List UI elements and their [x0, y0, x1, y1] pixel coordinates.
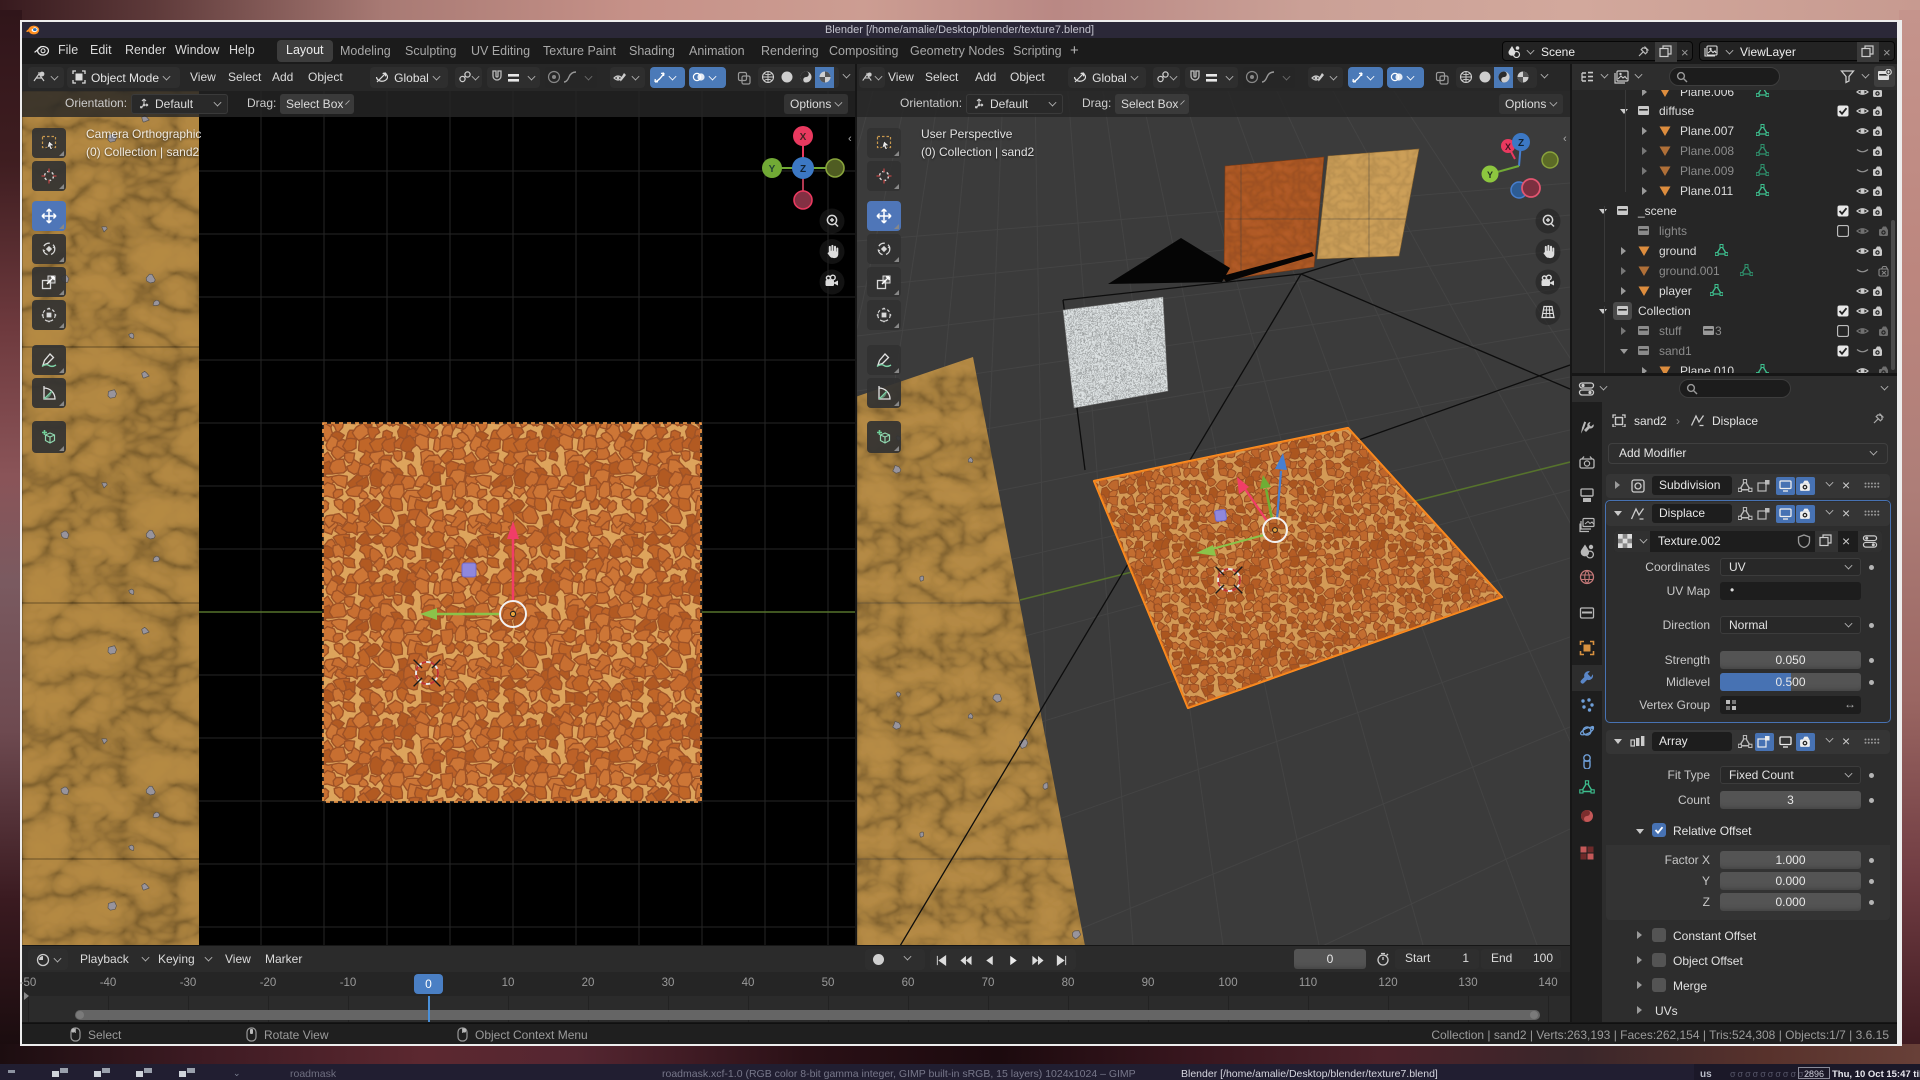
svg-text:Z: Z — [800, 164, 806, 175]
svg-text:X: X — [1505, 142, 1511, 152]
svg-text:Y: Y — [1487, 170, 1493, 180]
svg-text:X: X — [800, 132, 807, 143]
svg-text:Z: Z — [1518, 138, 1524, 149]
svg-text:Y: Y — [769, 164, 776, 175]
svg-text:‹: ‹ — [1563, 133, 1567, 145]
svg-text:‹: ‹ — [848, 133, 852, 145]
